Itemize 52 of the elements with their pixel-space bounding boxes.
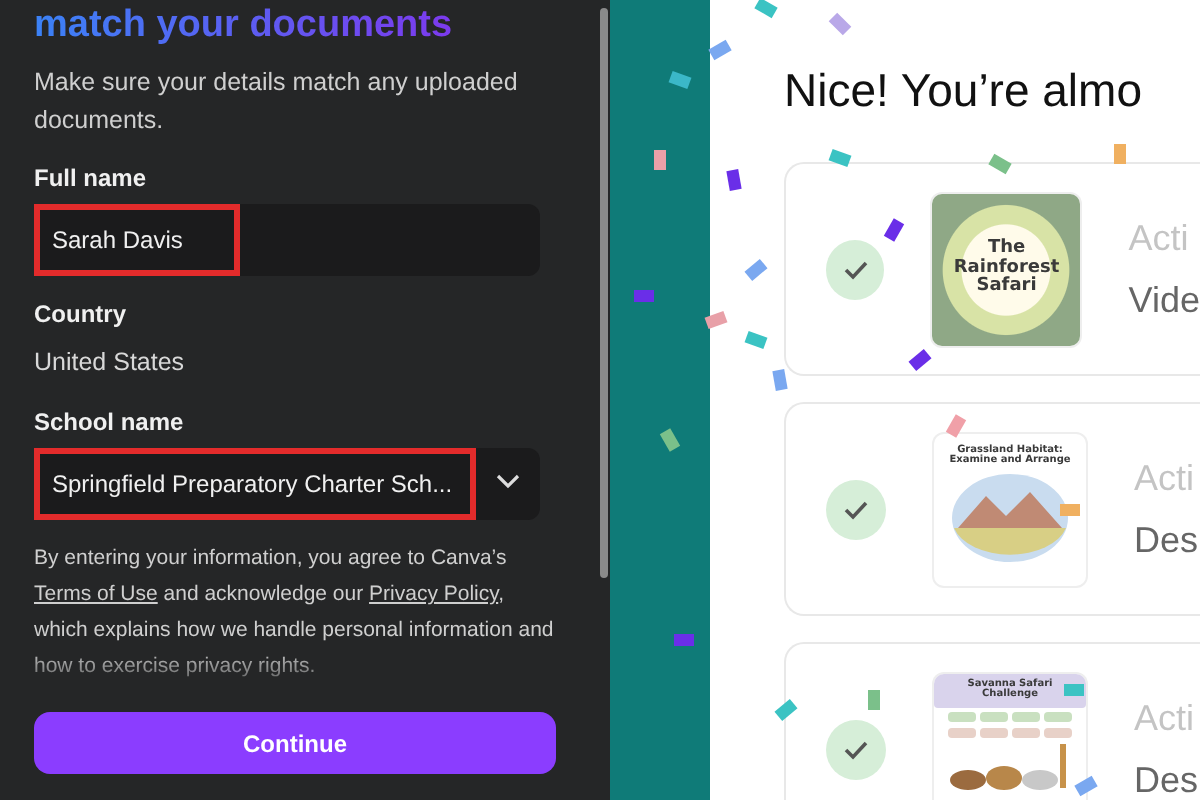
confetti-piece [654,150,666,170]
card-type: Vide [1128,279,1200,321]
continue-button[interactable]: Continue [34,712,556,774]
full-name-field[interactable]: Sarah Davis [34,204,540,276]
card-label: Acti [1128,217,1191,259]
legal-text: By entering your information, you agree to Canva’s Terms of Use and acknowledge our Privacy Policy, which explains how we handle personal information and how to exercise privacy rights. [34,544,556,682]
terms-link[interactable]: Terms of Use [34,582,158,606]
confetti-piece [868,690,880,710]
confetti-piece [828,12,852,36]
form-description: Make sure your details match any uploaded documents. [34,66,520,138]
card-type: Des [1134,759,1199,800]
field-label: Full name [34,164,147,192]
scrollbar-thumb[interactable] [599,8,607,578]
confetti-piece [744,259,768,281]
confetti-piece [1064,684,1084,696]
confetti-piece [668,70,692,90]
confetti-piece [988,153,1012,175]
activity-card[interactable]: The Rainforest Safari Acti Vide [784,162,1200,376]
confetti-piece [704,310,728,330]
field-value: United States [34,346,185,380]
privacy-link[interactable]: Privacy Policy [369,582,499,606]
check-icon [844,739,868,759]
check-icon [844,499,868,519]
confetti-piece [1114,144,1126,164]
confetti-piece [945,414,967,438]
card-label: Acti [1134,697,1197,739]
progress-heading: Nice! You’re almo [784,64,1142,118]
chevron-down-icon [496,470,520,490]
confetti-piece [883,218,905,242]
confetti-piece [674,634,694,646]
confetti-piece [634,290,654,302]
landscape-drawing [950,471,1070,563]
card-type: Des [1134,519,1199,561]
form-heading: match your documents [34,4,453,48]
confetti-piece [726,169,742,191]
confetti-piece [708,39,732,61]
thumbnail-title: The Rainforest Safari [951,239,1062,299]
confetti-piece [659,428,681,452]
card-label: Acti [1134,457,1197,499]
confetti-piece [772,369,788,391]
confetti-piece [754,0,778,19]
confetti-piece [1060,504,1080,516]
field-label: School name [34,408,184,436]
check-icon [843,259,868,279]
field-label: Country [34,300,126,328]
confetti-piece [774,699,798,721]
confetti-piece [828,148,852,168]
confetti-piece [908,349,932,371]
school-select[interactable]: Springfield Preparatory Charter Sch... [34,448,540,520]
confetti-piece [1074,775,1098,797]
confetti-piece [744,330,768,350]
animals-drawing [944,707,1076,795]
